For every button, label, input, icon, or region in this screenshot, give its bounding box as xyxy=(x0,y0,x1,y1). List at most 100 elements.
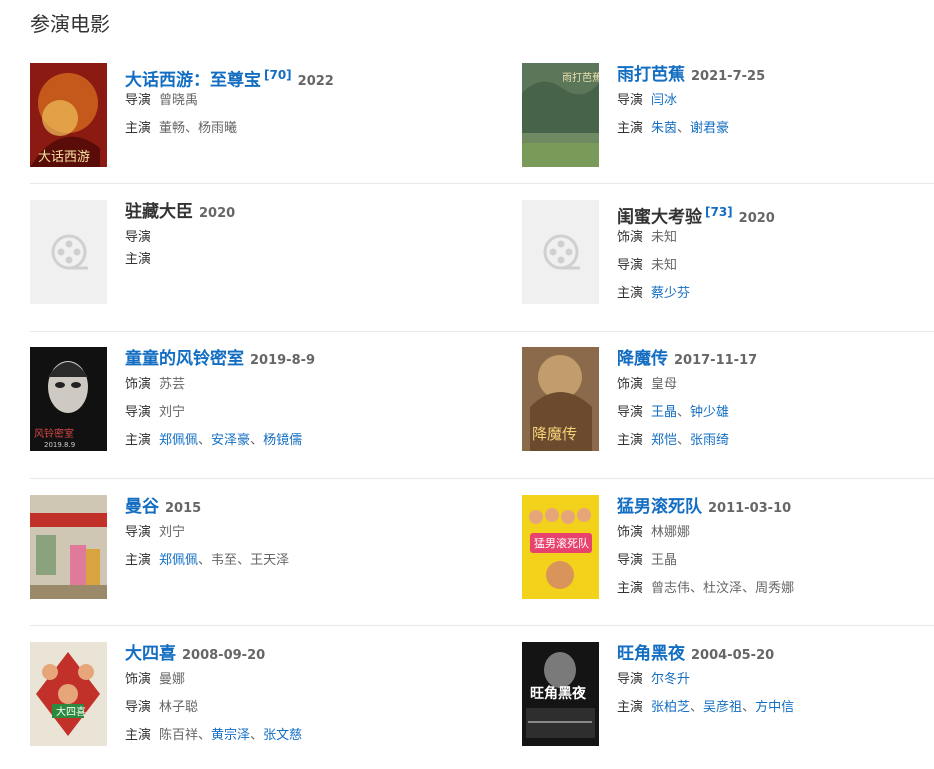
director-link[interactable]: 闫冰 xyxy=(651,93,677,108)
film-title[interactable]: 大四喜 xyxy=(125,644,176,664)
director-name: 刘宁 xyxy=(159,405,186,420)
role-name: 苏芸 xyxy=(159,377,186,392)
role-label: 饰演 xyxy=(617,525,644,540)
film-year: 2021-7-25 xyxy=(691,69,766,84)
film-year: 2015 xyxy=(165,501,202,516)
star-link[interactable]: 郑佩佩 xyxy=(159,553,198,568)
star-label: 主演 xyxy=(125,252,152,267)
director-label: 导演 xyxy=(125,93,152,108)
star-label: 主演 xyxy=(125,121,152,136)
row-divider xyxy=(30,183,934,184)
poster-xiangmozhuan[interactable]: 降魔传 xyxy=(522,347,599,451)
svg-text:大话西游: 大话西游 xyxy=(38,150,90,165)
film-year: 2019-8-9 xyxy=(250,353,316,368)
star-label: 主演 xyxy=(125,553,152,568)
section-title: 参演电影 xyxy=(30,12,110,36)
role-name: 未知 xyxy=(651,230,678,245)
director-label: 导演 xyxy=(125,405,152,420)
film-title[interactable]: 雨打芭蕉 xyxy=(617,65,685,85)
row-divider xyxy=(30,331,934,332)
film-year: 2020 xyxy=(738,211,775,227)
film-year: 2020 xyxy=(199,206,236,221)
star-label: 主演 xyxy=(617,433,644,448)
svg-text:2019.8.9: 2019.8.9 xyxy=(44,441,75,449)
star-name: 杨雨曦 xyxy=(198,121,238,136)
poster-tongtong[interactable]: 风铃密室 2019.8.9 xyxy=(30,347,107,451)
role-name: 曼娜 xyxy=(159,672,186,687)
star-name: 韦至 xyxy=(211,553,238,568)
role-label: 饰演 xyxy=(125,672,152,687)
film-title[interactable]: 猛男滚死队 xyxy=(617,497,702,517)
director-label: 导演 xyxy=(125,700,152,715)
role-name: 皇母 xyxy=(651,377,678,392)
svg-text:降魔传: 降魔传 xyxy=(532,425,577,443)
role-label: 饰演 xyxy=(617,377,644,392)
star-name: 周秀娜 xyxy=(755,581,795,596)
film-title[interactable]: 童童的风铃密室 xyxy=(125,349,244,369)
film-year: 2022 xyxy=(297,74,334,90)
svg-text:猛男滚死队: 猛男滚死队 xyxy=(534,536,589,550)
film-title[interactable]: 降魔传 xyxy=(617,349,668,369)
director-name: 未知 xyxy=(651,258,678,273)
star-name: 陈百祥 xyxy=(159,728,199,743)
star-name: 曾志伟 xyxy=(651,581,691,596)
svg-text:大四喜: 大四喜 xyxy=(56,705,86,718)
star-label: 主演 xyxy=(617,286,644,301)
film-reel-icon xyxy=(522,200,599,304)
star-link[interactable]: 张柏芝 xyxy=(651,700,690,715)
director-label: 导演 xyxy=(617,672,644,687)
role-label: 饰演 xyxy=(617,230,644,245)
director-link[interactable]: 尔冬升 xyxy=(651,672,690,687)
poster-placeholder xyxy=(30,200,107,304)
star-link[interactable]: 方中信 xyxy=(755,700,794,715)
poster-mengnan[interactable]: 猛男滚死队 xyxy=(522,495,599,599)
poster-yudabajiao[interactable]: 雨打芭蕉 xyxy=(522,63,599,167)
director-label: 导演 xyxy=(125,230,152,245)
poster-dasixi[interactable]: 大四喜 xyxy=(30,642,107,746)
director-link[interactable]: 王晶 xyxy=(651,405,677,420)
star-link[interactable]: 谢君豪 xyxy=(690,121,729,136)
star-link[interactable]: 张文慈 xyxy=(263,728,302,743)
poster-wangjiaoheiye[interactable]: 旺角黑夜 xyxy=(522,642,599,746)
film-title[interactable]: 旺角黑夜 xyxy=(617,644,685,664)
star-label: 主演 xyxy=(617,121,644,136)
star-link[interactable]: 郑恺 xyxy=(651,433,677,448)
director-label: 导演 xyxy=(617,258,644,273)
star-name: 董畅 xyxy=(159,121,186,136)
star-link[interactable]: 杨镜儒 xyxy=(263,433,302,448)
director-label: 导演 xyxy=(617,405,644,420)
star-link[interactable]: 朱茵 xyxy=(651,121,677,136)
star-name: 王天泽 xyxy=(250,553,290,568)
role-label: 饰演 xyxy=(125,377,152,392)
star-link[interactable]: 张雨绮 xyxy=(690,433,729,448)
director-name: 王晶 xyxy=(651,553,678,568)
star-name: 杜汶泽 xyxy=(703,581,743,596)
star-label: 主演 xyxy=(125,433,152,448)
svg-text:雨打芭蕉: 雨打芭蕉 xyxy=(562,71,599,84)
film-year: 2004-05-20 xyxy=(691,648,775,663)
film-year: 2017-11-17 xyxy=(674,353,758,368)
director-label: 导演 xyxy=(617,553,644,568)
role-name: 林娜娜 xyxy=(651,525,691,540)
star-link[interactable]: 蔡少芬 xyxy=(651,286,690,301)
svg-text:旺角黑夜: 旺角黑夜 xyxy=(530,685,587,702)
citation-link[interactable]: [70] xyxy=(264,68,292,82)
director-link[interactable]: 钟少雄 xyxy=(690,405,729,420)
director-name: 曾晓禹 xyxy=(159,93,199,108)
row-divider xyxy=(30,478,934,479)
row-divider xyxy=(30,625,934,626)
star-link[interactable]: 郑佩佩 xyxy=(159,433,198,448)
star-link[interactable]: 黄宗泽 xyxy=(211,728,250,743)
star-link[interactable]: 安泽豪 xyxy=(211,433,250,448)
film-title[interactable]: 曼谷 xyxy=(125,497,159,517)
citation-link[interactable]: [73] xyxy=(705,205,733,219)
poster-dahuaxiyou[interactable]: 大话西游 xyxy=(30,63,107,167)
poster-mangu[interactable] xyxy=(30,495,107,599)
star-label: 主演 xyxy=(617,581,644,596)
director-label: 导演 xyxy=(125,525,152,540)
poster-placeholder xyxy=(522,200,599,304)
star-label: 主演 xyxy=(125,728,152,743)
star-link[interactable]: 吴彦祖 xyxy=(703,700,742,715)
star-label: 主演 xyxy=(617,700,644,715)
svg-text:风铃密室: 风铃密室 xyxy=(34,427,74,440)
